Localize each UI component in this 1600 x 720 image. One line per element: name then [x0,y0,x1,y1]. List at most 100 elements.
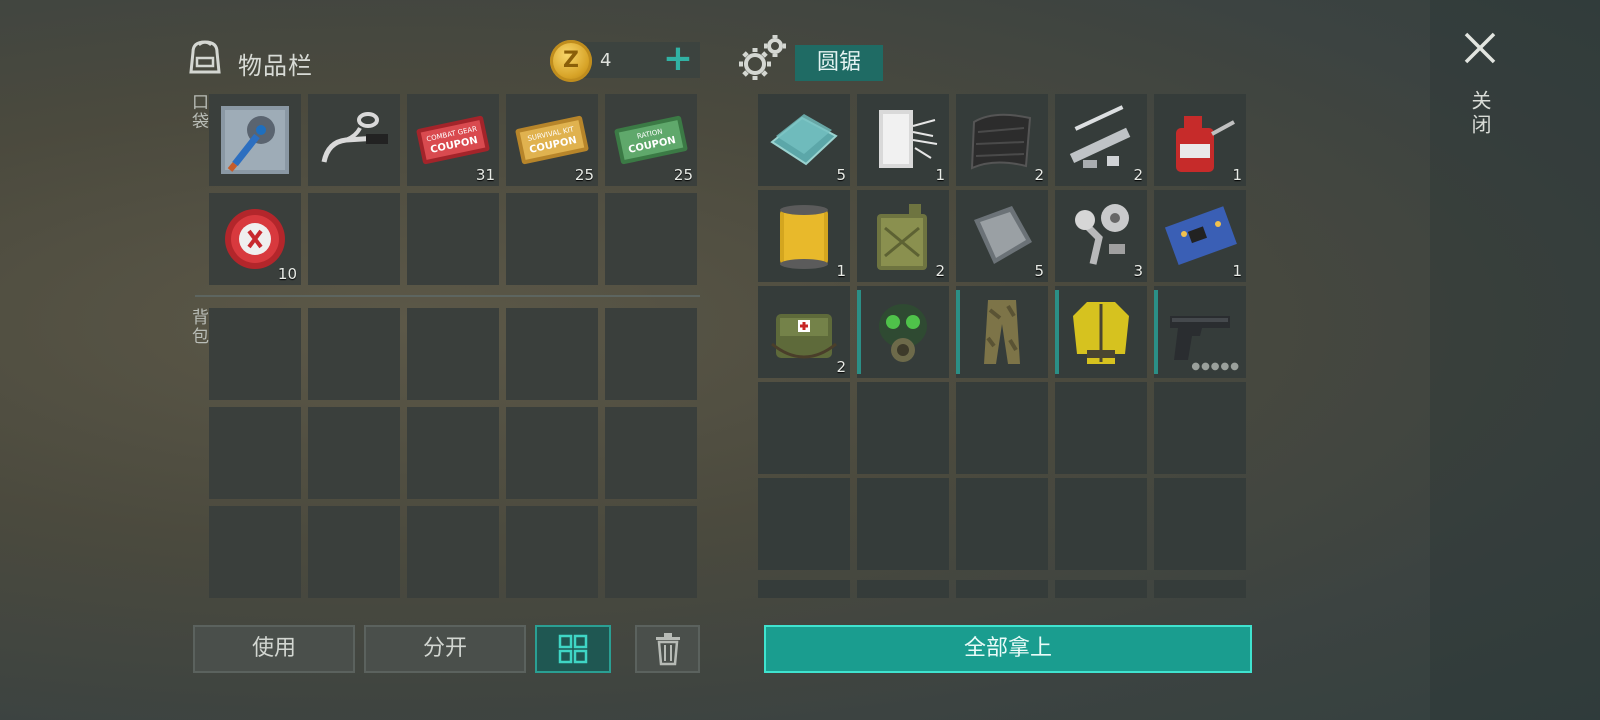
inventory-slot[interactable] [758,478,850,570]
backpack-icon [189,40,221,74]
inventory-slot[interactable]: 1 [857,94,949,186]
inventory-slot[interactable] [506,193,598,285]
inventory-slot[interactable] [209,506,301,598]
inventory-slot[interactable]: COMBAT GEAR COUPON 31 [407,94,499,186]
inventory-slot[interactable] [308,506,400,598]
inventory-slot[interactable]: 5 [956,190,1048,282]
blueprint-saw-icon [221,106,289,174]
inventory-slot[interactable]: 1 [1154,190,1246,282]
split-button[interactable]: 分开 [364,625,526,673]
circuit-board-icon [1164,206,1237,266]
crafting-station-title: 圆锯 [795,45,883,81]
item-count: 1 [1232,262,1242,280]
item-count: 25 [574,166,594,184]
camo-pants-icon [984,300,1020,364]
inventory-slot[interactable]: 2 [758,286,850,378]
inventory-slot[interactable]: 2 [857,190,949,282]
gears-icon [739,35,786,80]
close-label[interactable]: 关闭 [1466,90,1495,138]
item-count: 2 [836,358,846,376]
oil-filter-icon [780,205,828,269]
item-count: 1 [836,262,846,280]
inventory-slot[interactable] [506,407,598,499]
inventory-slot[interactable] [407,308,499,400]
equipment-marker [956,290,960,374]
inventory-slot[interactable]: 2 [1055,94,1147,186]
take-all-button[interactable]: 全部拿上 [764,625,1252,673]
jerrycan-icon [877,204,927,270]
item-count: 2 [1034,166,1044,184]
medical-bag-icon [771,314,837,359]
item-count: 5 [836,166,846,184]
carbon-fabric-icon [970,113,1032,170]
inventory-slot[interactable] [209,407,301,499]
section-divider [195,295,700,297]
inventory-slot[interactable] [605,407,697,499]
inventory-slot[interactable] [1055,286,1147,378]
item-count: 10 [277,265,297,283]
inventory-slot[interactable] [758,382,850,474]
inventory-slot[interactable] [308,308,400,400]
inventory-slot[interactable]: 10 [209,193,301,285]
inventory-slot[interactable] [1154,478,1246,570]
inventory-slot[interactable]: 5 [758,94,850,186]
inventory-slot[interactable]: SURVIVAL KIT COUPON 25 [506,94,598,186]
add-coins-button[interactable]: + [660,41,696,78]
inventory-slot[interactable] [407,407,499,499]
inventory-slot[interactable] [407,193,499,285]
inventory-slot[interactable] [1055,580,1147,598]
grid-layout-button[interactable] [535,625,611,673]
inventory-slot[interactable] [605,506,697,598]
inventory-slot[interactable] [209,94,301,186]
inventory-slot[interactable] [1055,478,1147,570]
pocket-label: 口袋 [188,93,208,131]
inventory-slot[interactable] [605,193,697,285]
inventory-slot[interactable] [956,478,1048,570]
equipment-marker [857,290,861,374]
metal-plate-icon [974,206,1032,264]
inventory-slot[interactable]: 2 [956,94,1048,186]
inventory-slot[interactable] [758,580,850,598]
grid-layout-icon [558,634,588,664]
item-count: 2 [935,262,945,280]
inventory-slot[interactable]: RATION COUPON 25 [605,94,697,186]
oil-can-icon [1176,116,1235,172]
inventory-slot[interactable] [308,407,400,499]
use-button[interactable]: 使用 [193,625,355,673]
backpack-label: 背包 [188,308,208,346]
inventory-slot[interactable] [407,506,499,598]
durability-dots: ●●●●● [1191,361,1240,372]
inventory-slot[interactable]: 3 [1055,190,1147,282]
inventory-slot[interactable]: 1 [758,190,850,282]
delete-button[interactable] [635,625,700,673]
glass-sheets-icon [770,114,838,166]
handlebar-icon [321,112,388,163]
item-count: 31 [475,166,495,184]
inventory-slot[interactable] [956,382,1048,474]
inventory-slot[interactable] [209,308,301,400]
item-count: 5 [1034,262,1044,280]
inventory-slot[interactable] [956,580,1048,598]
inventory-slot[interactable] [956,286,1048,378]
close-icon[interactable] [1462,30,1498,66]
inventory-slot[interactable] [506,308,598,400]
inventory-slot[interactable] [857,286,949,378]
inventory-slot[interactable] [605,308,697,400]
coin-count: 4 [600,50,612,71]
inventory-slot[interactable]: ●●●●● [1154,286,1246,378]
inventory-slot[interactable] [1055,382,1147,474]
inventory-slot[interactable] [857,478,949,570]
inventory-slot[interactable]: 1 [1154,94,1246,186]
inventory-slot[interactable] [857,382,949,474]
inventory-slot[interactable] [1154,382,1246,474]
metal-pipe-parts-icon [1069,105,1131,168]
side-panel-background [1430,0,1600,720]
inventory-slot[interactable] [308,193,400,285]
inventory-slot[interactable] [1154,580,1246,598]
equipment-marker [1154,290,1158,374]
item-count: 1 [935,166,945,184]
item-count: 1 [1232,166,1242,184]
inventory-slot[interactable] [506,506,598,598]
inventory-slot[interactable] [857,580,949,598]
inventory-slot[interactable] [308,94,400,186]
